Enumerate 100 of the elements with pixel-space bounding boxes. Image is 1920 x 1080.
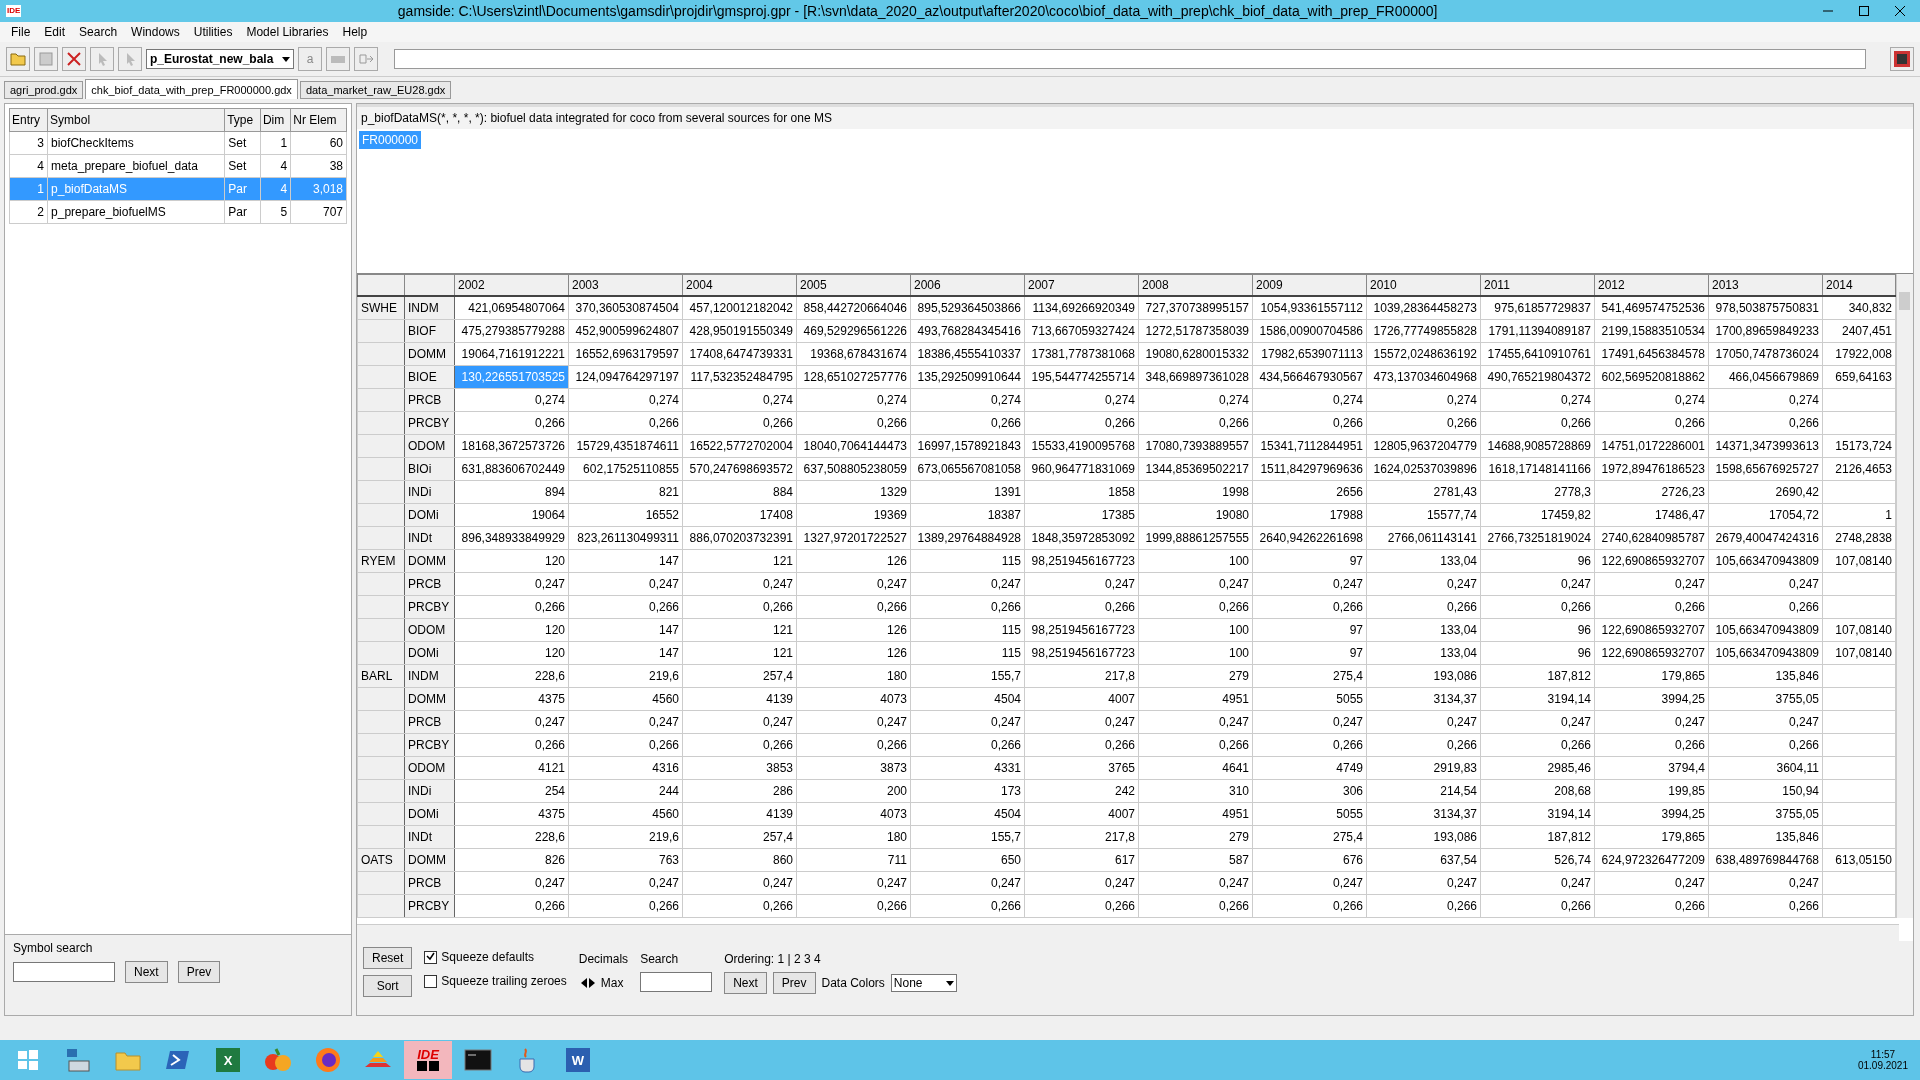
horizontal-scrollbar[interactable]: [357, 924, 1899, 941]
pointer-button[interactable]: [118, 47, 142, 71]
symbol-row[interactable]: 4 meta_prepare_biofuel_data Set 4 38: [9, 154, 347, 178]
table-cell: 105,663470943809: [1708, 618, 1823, 642]
table-cell: 17381,7787381068: [1024, 342, 1139, 366]
table-cell: 133,04: [1366, 549, 1481, 573]
table-cell: 894: [454, 480, 569, 504]
table-cell: 421,06954807064: [454, 296, 569, 320]
menu-item[interactable]: Model Libraries: [239, 25, 336, 39]
data-colors-dropdown[interactable]: None: [890, 974, 957, 992]
menu-item[interactable]: Help: [335, 25, 375, 39]
table-cell: 0,274: [454, 388, 569, 412]
row-header-cell: [357, 342, 405, 366]
row-header-cell: [357, 779, 405, 803]
next-button[interactable]: Next: [724, 972, 767, 994]
command-field[interactable]: [394, 49, 1866, 69]
table-cell: 193,086: [1366, 664, 1481, 688]
open-folder-button[interactable]: [6, 47, 30, 71]
table-cell: 19064: [454, 503, 569, 527]
table-cell: 3755,05: [1708, 687, 1823, 711]
table-cell: 2766,73251819024: [1480, 526, 1595, 550]
table-cell: 100: [1138, 549, 1253, 573]
print-button[interactable]: [326, 47, 350, 71]
table-cell: 0,266: [910, 595, 1025, 619]
table-cell: 0,247: [1252, 871, 1367, 895]
next-button[interactable]: Next: [125, 961, 168, 983]
table-cell: 179,865: [1594, 664, 1709, 688]
table-cell: 860: [682, 848, 797, 872]
table-cell: 1700,89659849233: [1708, 319, 1823, 343]
table-cell: 98,2519456167723: [1024, 549, 1139, 573]
save-button[interactable]: [34, 47, 58, 71]
table-cell: 0,266: [1366, 894, 1481, 918]
prev-button[interactable]: Prev: [177, 961, 221, 983]
checkbox[interactable]: [424, 974, 438, 988]
table-cell: 2985,46: [1480, 756, 1595, 780]
file-tab[interactable]: data_market_raw_EU28.gdx: [299, 81, 452, 99]
table-cell: 452,900599624807: [568, 319, 683, 343]
table-cell: 16997,1578921843: [910, 434, 1025, 458]
table-cell: 826: [454, 848, 569, 872]
table-cell: 0,266: [568, 411, 683, 435]
search-field[interactable]: [640, 972, 713, 992]
table-cell: 0,266: [1252, 595, 1367, 619]
table-cell: 120: [454, 618, 569, 642]
file-tab[interactable]: agri_prod.gdx: [4, 81, 84, 99]
table-cell: p_biofDataMS: [47, 177, 225, 201]
taskbar-button[interactable]: W: [554, 1041, 602, 1079]
table-cell: 12805,9637204779: [1366, 434, 1481, 458]
table-cell: 121: [682, 618, 797, 642]
table-cell: 886,070203732391: [682, 526, 797, 550]
row-header-cell: [357, 825, 405, 849]
export-button[interactable]: [354, 47, 378, 71]
table-cell: 0,247: [568, 871, 683, 895]
grid-icon[interactable]: [1890, 47, 1914, 71]
vertical-scrollbar[interactable]: [1896, 274, 1913, 918]
taskbar-button[interactable]: X: [204, 1041, 252, 1079]
table-cell: 638,489769844768: [1708, 848, 1823, 872]
table-cell: 122,690865932707: [1594, 549, 1709, 573]
table-cell: 130,226551703525: [454, 365, 569, 389]
table-cell: 98,2519456167723: [1024, 641, 1139, 665]
row-header-cell: [357, 710, 405, 734]
checkbox[interactable]: [424, 950, 438, 964]
table-cell: 17385: [1024, 503, 1139, 527]
sort-button[interactable]: Sort: [363, 975, 413, 997]
symbol-row[interactable]: 2 p_prepare_biofuelMS Par 5 707: [9, 200, 347, 224]
table-cell: 0,247: [1480, 871, 1595, 895]
table-cell: 257,4: [682, 825, 797, 849]
table-cell: 673,065567081058: [910, 457, 1025, 481]
table-cell: 473,137034604968: [1366, 365, 1481, 389]
tool-button[interactable]: [62, 47, 86, 71]
menu-item[interactable]: Search: [72, 25, 125, 39]
table-cell: 1054,93361557112: [1252, 296, 1367, 320]
column-header: 2009: [1252, 274, 1367, 296]
table-cell: 570,247698693572: [682, 457, 797, 481]
menu-item[interactable]: File: [4, 25, 38, 39]
table-cell: 179,865: [1594, 825, 1709, 849]
table-cell: 960,964771831069: [1024, 457, 1139, 481]
table-cell: 4375: [454, 802, 569, 826]
table-cell: 0,266: [1138, 411, 1253, 435]
symbol-row[interactable]: 3 biofCheckItems Set 1 60: [9, 131, 347, 155]
prev-button[interactable]: Prev: [772, 972, 816, 994]
menu-item[interactable]: Utilities: [186, 25, 240, 39]
table-cell: 2199,15883510534: [1594, 319, 1709, 343]
reset-button[interactable]: Reset: [363, 947, 413, 969]
table-cell: 0,274: [1480, 388, 1595, 412]
symbol-search-field[interactable]: [13, 962, 115, 982]
symbol-dropdown[interactable]: p_Eurostat_new_bala: [146, 49, 294, 69]
table-cell: 14751,0172286001: [1594, 434, 1709, 458]
menu-item[interactable]: Edit: [37, 25, 73, 39]
table-cell: 0,247: [1480, 572, 1595, 596]
file-tab[interactable]: chk_biof_data_with_prep_FR000000.gdx: [85, 79, 298, 99]
table-cell: 4139: [682, 802, 797, 826]
table-cell: 0,247: [454, 572, 569, 596]
pointer-button[interactable]: [90, 47, 114, 71]
column-header: Symbol: [47, 108, 225, 132]
menu-item[interactable]: Windows: [124, 25, 187, 39]
table-cell: 2640,94262261698: [1252, 526, 1367, 550]
table-cell: 2919,83: [1366, 756, 1481, 780]
table-cell: 469,529296561226: [796, 319, 911, 343]
table-cell: 115: [910, 641, 1025, 665]
table-cell: 122,690865932707: [1594, 618, 1709, 642]
